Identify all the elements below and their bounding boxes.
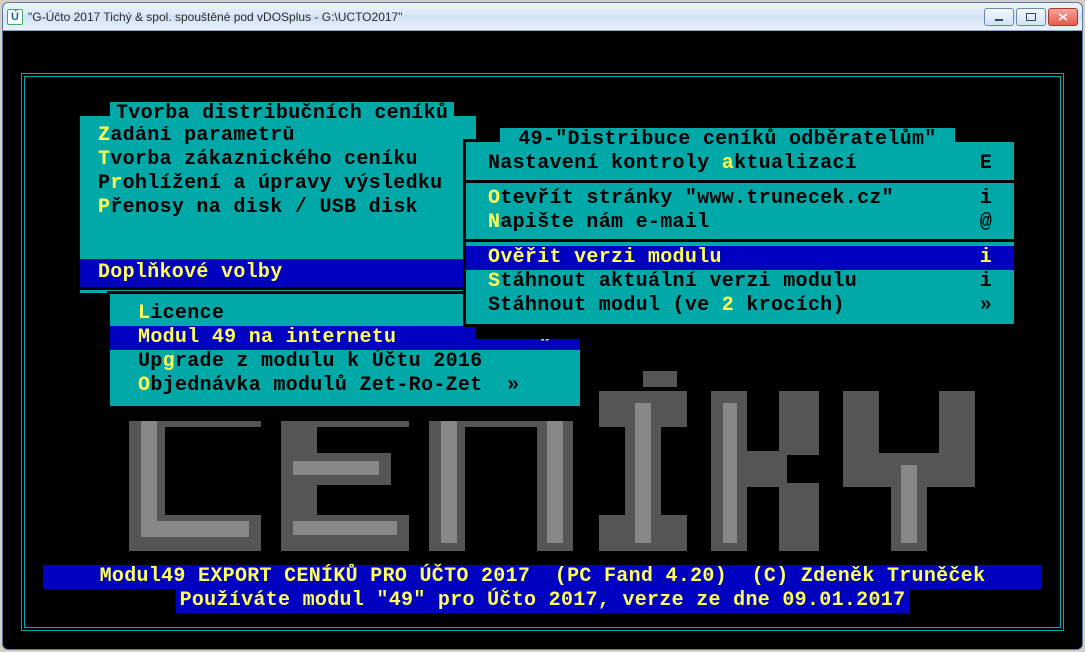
menu3-item[interactable]: Stáhnout aktuální verzi modului bbox=[466, 270, 1014, 294]
menu3-item[interactable]: Otevřít stránky "www.trunecek.cz"i bbox=[466, 187, 1014, 211]
menu1-item[interactable]: Tvorba zákaznického ceníku bbox=[80, 148, 476, 172]
footer-line1: Modul49 EXPORT CENÍKŮ PRO ÚČTO 2017 (PC … bbox=[43, 565, 1042, 589]
submenu-item[interactable]: Modul 49 na internetu » bbox=[110, 326, 580, 350]
titlebar[interactable]: Ú "G-Účto 2017 Tichý & spol. spouštěné p… bbox=[3, 3, 1082, 31]
app-icon: Ú bbox=[7, 9, 23, 25]
menu-distribuce: 49-"Distribuce ceníků odběratelům" Nasta… bbox=[463, 139, 1017, 327]
menu3-title: 49-"Distribuce ceníků odběratelům" bbox=[500, 128, 955, 152]
menu3-item[interactable]: Napište nám e-mail@ bbox=[466, 211, 1014, 235]
menu3-item[interactable]: Nastavení kontroly aktualizacíE bbox=[466, 152, 1014, 176]
minimize-button[interactable] bbox=[984, 8, 1014, 26]
maximize-button[interactable] bbox=[1016, 8, 1046, 26]
footer: Modul49 EXPORT CENÍKŮ PRO ÚČTO 2017 (PC … bbox=[43, 565, 1042, 613]
menu3-separator bbox=[466, 180, 1014, 183]
menu1-title: Tvorba distribučních ceníků bbox=[110, 102, 454, 126]
menu3-item[interactable]: Stáhnout modul (ve 2 krocích)» bbox=[466, 294, 1014, 318]
close-button[interactable] bbox=[1048, 8, 1078, 26]
menu1-bottom-border bbox=[77, 287, 479, 290]
menu1-item[interactable]: Zadání parametrů bbox=[80, 124, 476, 148]
menu1-item[interactable]: Přenosy na disk / USB disk bbox=[80, 196, 476, 220]
menu3-separator bbox=[466, 239, 1014, 242]
submenu-item[interactable]: Objednávka modulů Zet-Ro-Zet » bbox=[110, 374, 580, 398]
dos-screen: Tvorba distribučních ceníků Zadání param… bbox=[3, 31, 1082, 649]
footer-line2: Používáte modul "49" pro Účto 2017, verz… bbox=[176, 589, 910, 613]
app-window: Ú "G-Účto 2017 Tichý & spol. spouštěné p… bbox=[2, 2, 1083, 650]
menu3-item[interactable]: Ověřit verzi modului bbox=[466, 246, 1014, 270]
window-title: "G-Účto 2017 Tichý & spol. spouštěné pod… bbox=[28, 10, 984, 24]
menu1-item[interactable]: Prohlížení a úpravy výsledku bbox=[80, 172, 476, 196]
supplementary-bar[interactable]: Doplňkové volby bbox=[77, 259, 479, 287]
submenu-item[interactable]: Upgrade z modulu k Účtu 2016 bbox=[110, 350, 580, 374]
